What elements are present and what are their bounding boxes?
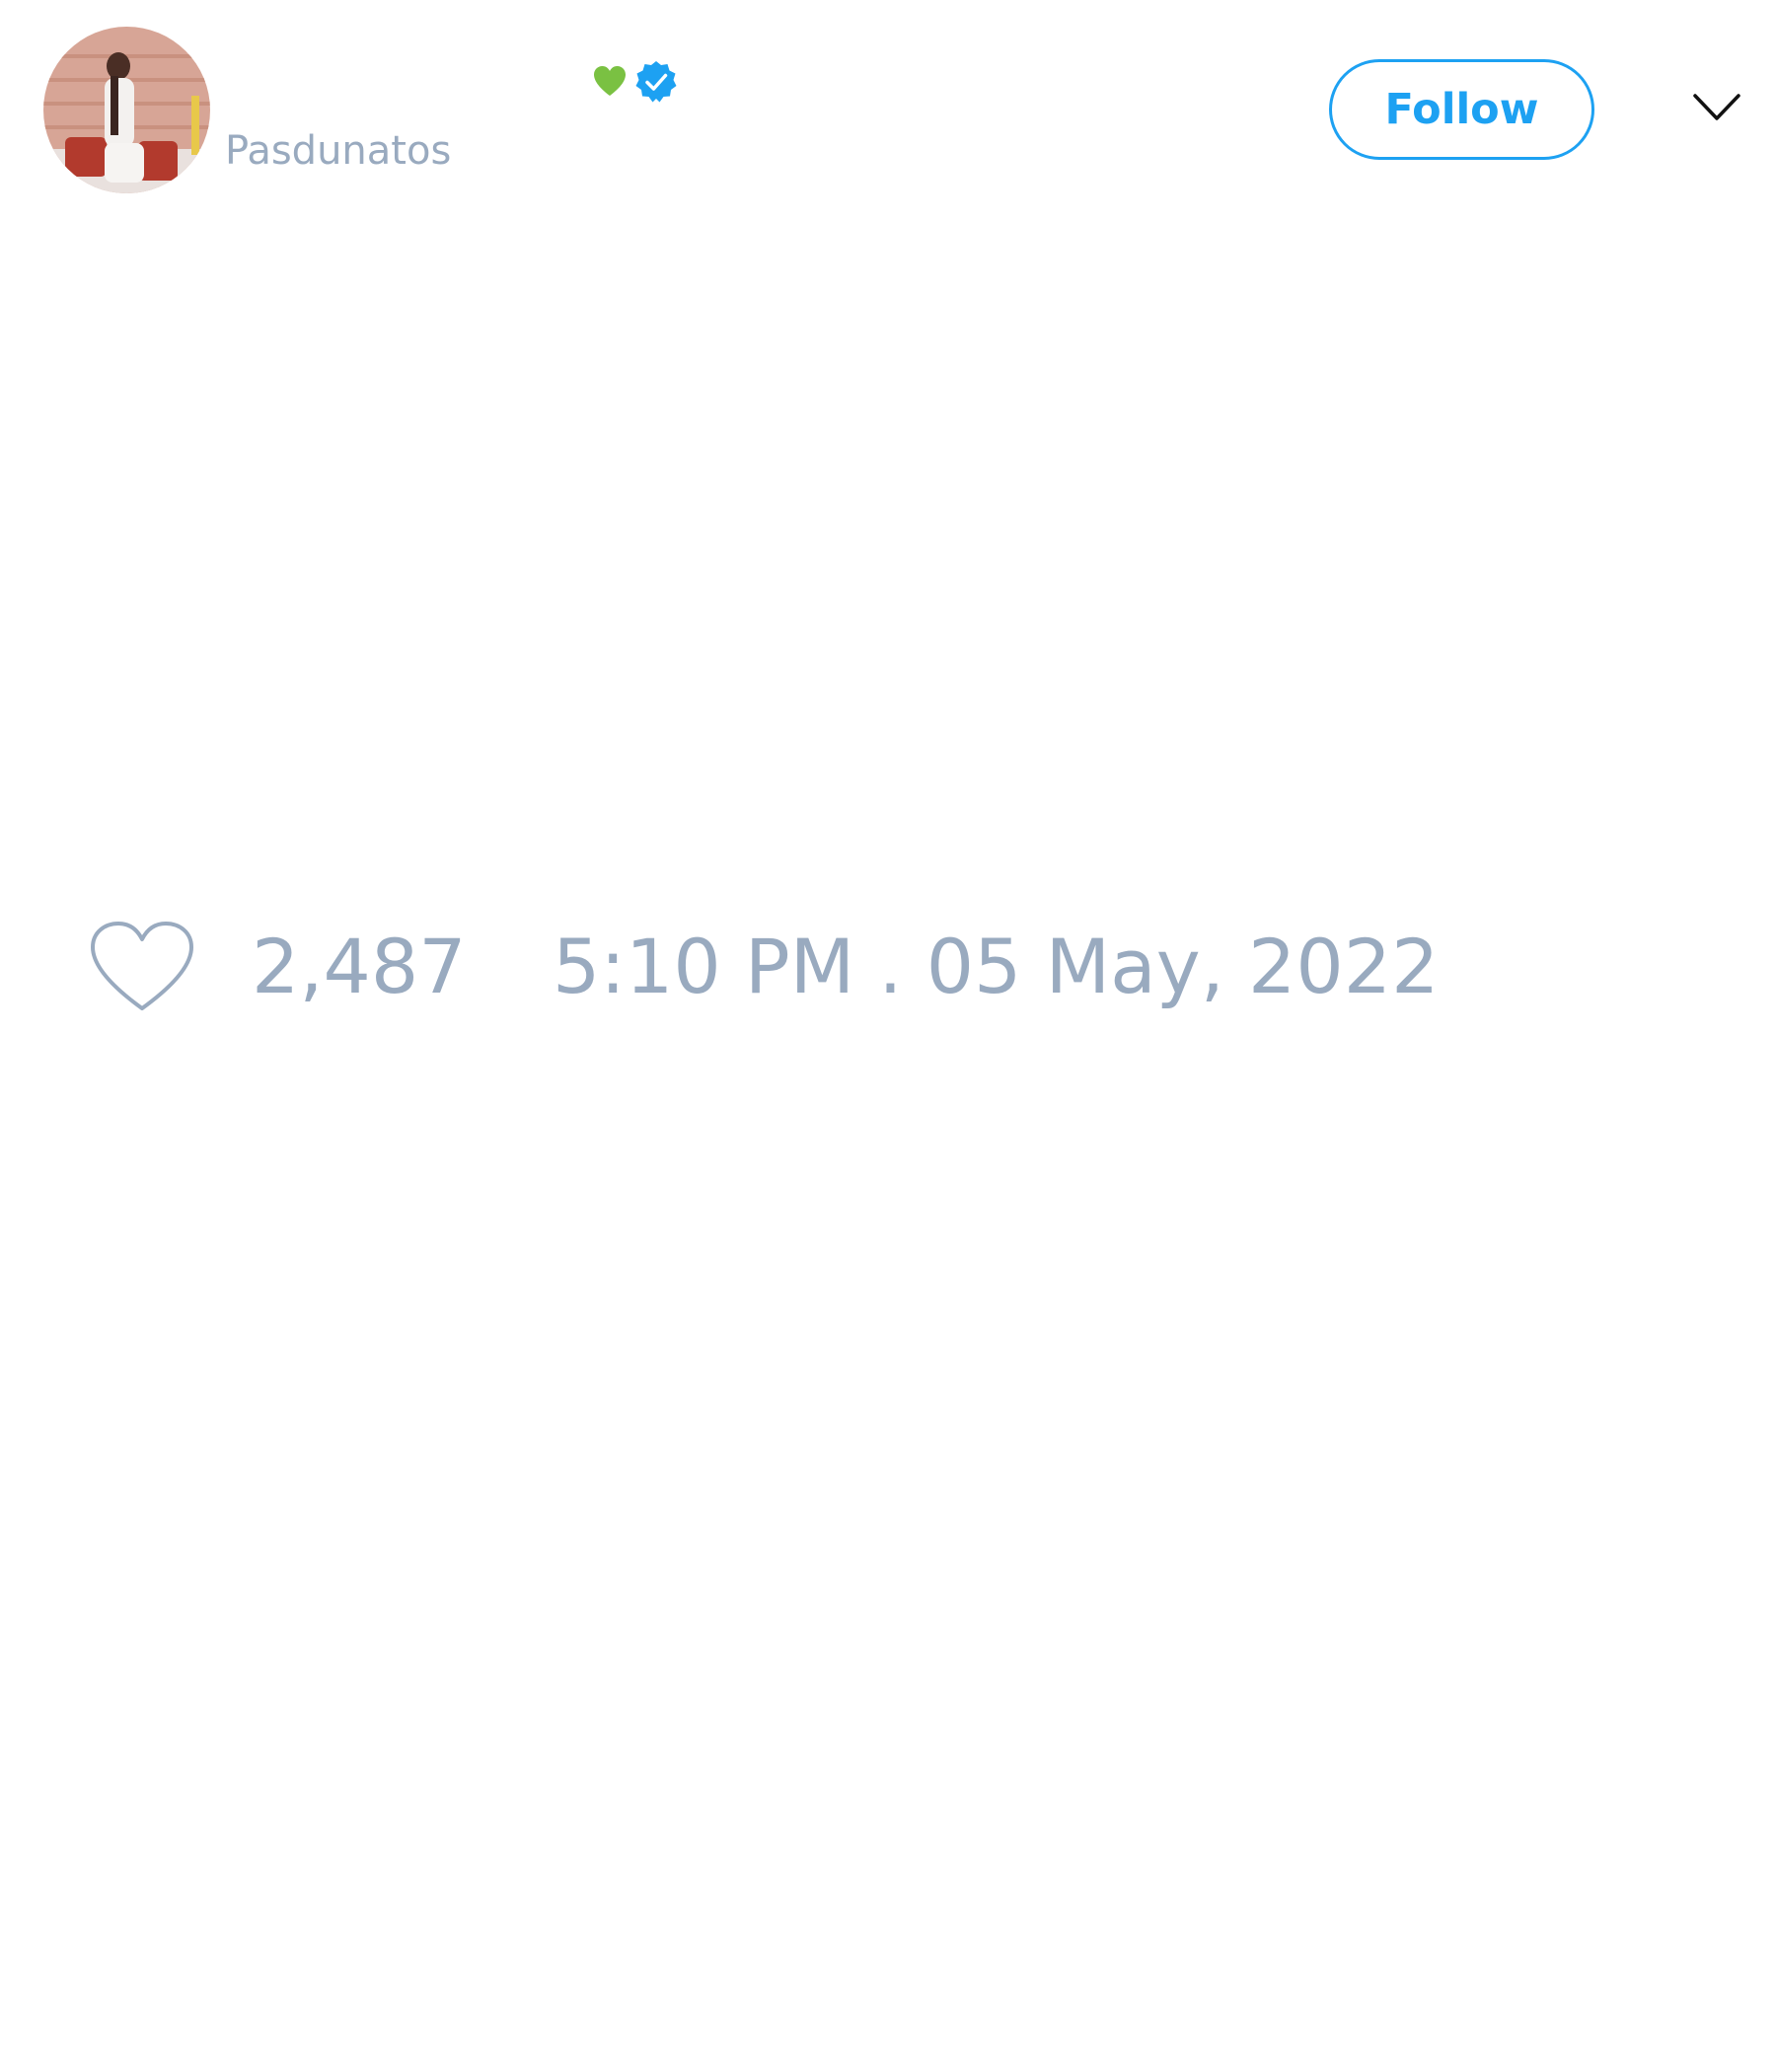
green-heart-icon [594,66,626,96]
author-handle[interactable]: Pasdunatos [225,126,451,176]
verified-badge-icon [635,61,677,103]
display-name-row [592,59,679,105]
tweet-timestamp[interactable]: 5:10 PM . 05 May, 2022 [553,927,1439,1006]
avatar[interactable] [43,27,210,193]
like-count: 2,487 [252,923,467,1010]
follow-button[interactable]: Follow [1329,59,1594,160]
chevron-down-icon[interactable] [1691,91,1742,124]
tweet-card: Pasdunatos Follow 2,487 5:10 PM . 05 May… [0,0,1776,2072]
heart-outline-icon[interactable] [89,920,195,1014]
avatar-photo-icon [43,27,210,193]
